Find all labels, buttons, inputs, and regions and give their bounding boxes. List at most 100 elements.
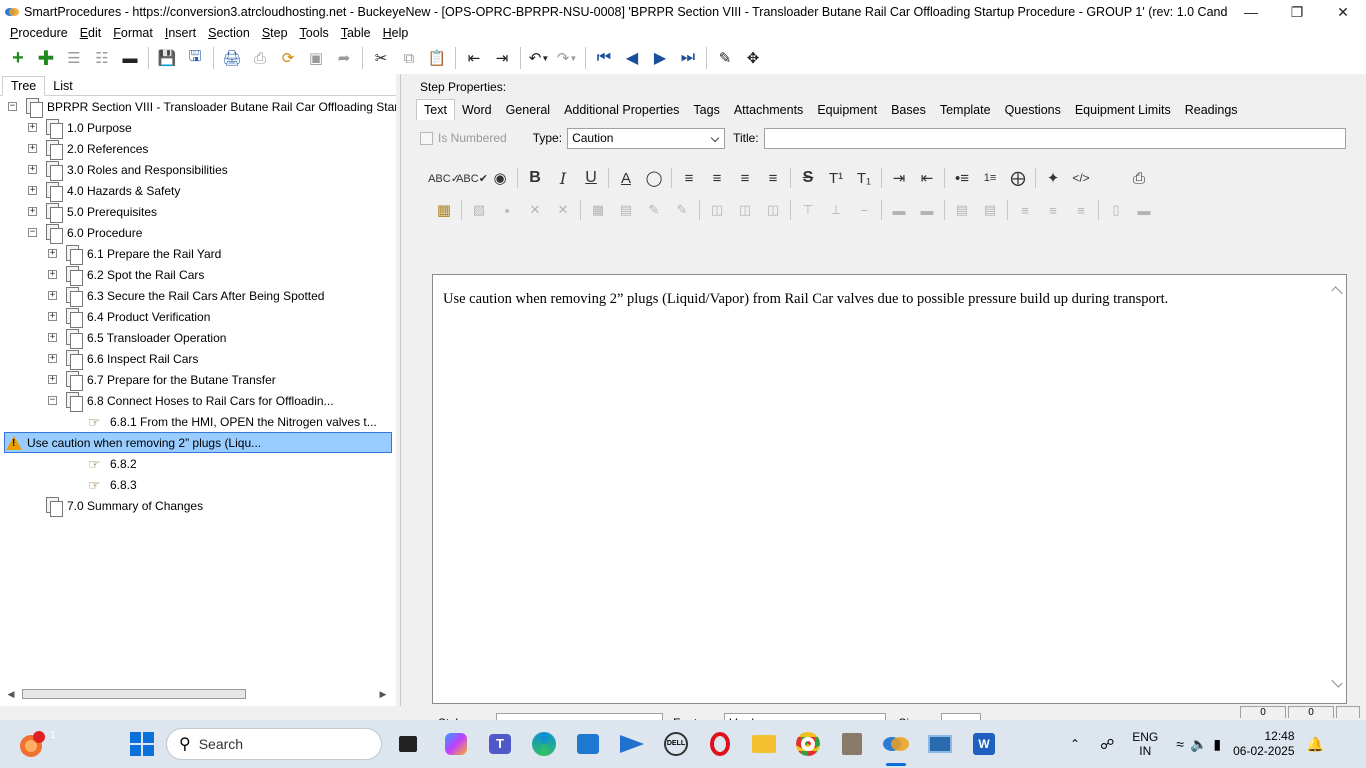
align-center-icon[interactable]: ≡ <box>703 165 731 191</box>
align-left-icon[interactable]: ≡ <box>675 165 703 191</box>
spell-check-icon[interactable]: ABC✓ <box>428 165 460 191</box>
clock[interactable]: 12:48 06-02-2025 <box>1233 729 1294 759</box>
restore-button[interactable]: ❐ <box>1274 0 1320 24</box>
spell-check-icon[interactable]: ✎ <box>711 44 739 72</box>
tree-node[interactable]: +6.2 Spot the Rail Cars <box>48 264 204 286</box>
add-icon[interactable]: + <box>4 44 32 72</box>
terminal-icon[interactable] <box>616 728 648 760</box>
cell-properties-icon[interactable]: ▤ <box>612 197 640 223</box>
table-delete-col-icon[interactable]: ✕ <box>521 197 549 223</box>
tree-node[interactable]: ☞ 6.8.1 From the HMI, OPEN the Nitrogen v… <box>88 411 377 432</box>
highlight-icon[interactable]: ◯ <box>640 165 668 191</box>
app-icon[interactable] <box>836 728 868 760</box>
expand-icon[interactable]: + <box>48 312 57 321</box>
preview-icon[interactable]: ▣ <box>302 44 330 72</box>
scroll-thumb[interactable] <box>22 689 246 699</box>
justify-icon[interactable]: ≡ <box>759 165 787 191</box>
word-icon[interactable]: W <box>968 728 1000 760</box>
save-all-icon[interactable]: 💾 <box>153 44 181 72</box>
smartprocedures-icon[interactable] <box>880 728 912 766</box>
wifi-icon[interactable]: ≈ <box>1176 736 1184 752</box>
refresh-icon[interactable]: ⟳ <box>274 44 302 72</box>
insert-col-left-icon[interactable]: ◫ <box>703 197 731 223</box>
bullet-list-icon[interactable]: •≡ <box>948 165 976 191</box>
menu-item[interactable]: Tools <box>294 26 335 40</box>
tree-horizontal-scrollbar[interactable]: ◀ ▶ <box>4 686 390 702</box>
menu-item[interactable]: Step <box>256 26 294 40</box>
tab-text[interactable]: Text <box>416 99 455 120</box>
merge-right-icon[interactable]: ▤ <box>948 197 976 223</box>
tab-equipment-limits[interactable]: Equipment Limits <box>1068 100 1178 120</box>
tree-node[interactable]: +6.6 Inspect Rail Cars <box>48 348 198 370</box>
tab-template[interactable]: Template <box>933 100 998 120</box>
title-input[interactable] <box>763 127 1346 149</box>
save-icon[interactable]: 🖫 <box>181 44 209 72</box>
add-child-icon[interactable]: ✚ <box>32 44 60 72</box>
next-step-icon[interactable]: ▶ <box>646 44 674 72</box>
start-icon[interactable] <box>126 728 158 760</box>
tree-node[interactable]: +1.0 Purpose <box>28 117 132 139</box>
expand-list-icon[interactable]: ☷ <box>88 44 116 72</box>
menu-item[interactable]: Edit <box>74 26 108 40</box>
align-right-icon[interactable]: ≡ <box>731 165 759 191</box>
expand-icon[interactable]: + <box>28 144 37 153</box>
tab-word[interactable]: Word <box>455 100 499 120</box>
collapse-icon[interactable]: − <box>48 396 57 405</box>
edge-icon[interactable] <box>528 728 560 760</box>
column-width-icon[interactable]: ▯ <box>1102 197 1130 223</box>
publish-icon[interactable]: 🖨 <box>218 44 246 72</box>
tree-node[interactable]: +4.0 Hazards & Safety <box>28 180 180 202</box>
cell-format-icon[interactable]: ✎ <box>668 197 696 223</box>
battery-icon[interactable]: ▮ <box>1213 736 1221 753</box>
teams-icon[interactable]: T <box>484 728 516 760</box>
redo-icon[interactable]: ↷ ▼ <box>553 44 581 72</box>
menu-item[interactable]: Help <box>377 26 415 40</box>
language-indicator[interactable]: ENG IN <box>1132 730 1158 758</box>
cut-icon[interactable]: ✂ <box>367 44 395 72</box>
tab-additional-properties[interactable]: Additional Properties <box>557 100 686 120</box>
remote-desktop-icon[interactable] <box>924 728 956 760</box>
scroll-down-icon[interactable] <box>1331 676 1343 688</box>
collapse-icon[interactable]: − <box>8 102 17 111</box>
notifications-icon[interactable]: 🔔 <box>1307 736 1324 753</box>
expand-icon[interactable]: + <box>48 249 57 258</box>
collapse-icon[interactable]: − <box>28 228 37 237</box>
expand-icon[interactable]: + <box>28 207 37 216</box>
type-select[interactable]: Caution <box>567 127 726 149</box>
cell-align-right-icon[interactable]: ≡ <box>1067 197 1095 223</box>
indent-icon[interactable]: ⇥ <box>488 44 516 72</box>
tree-node[interactable]: +6.5 Transloader Operation <box>48 327 226 349</box>
insert-row-above-icon[interactable]: ⊤ <box>794 197 822 223</box>
scroll-right-icon[interactable]: ▶ <box>376 689 390 700</box>
row-height-icon[interactable]: ▬ <box>1130 197 1158 223</box>
outdent-icon[interactable]: ⇤ <box>460 44 488 72</box>
tab-questions[interactable]: Questions <box>998 100 1068 120</box>
step-text-editor[interactable]: Use caution when removing 2” plugs (Liqu… <box>432 274 1347 704</box>
tree-node[interactable]: +6.4 Product Verification <box>48 306 210 328</box>
merge-cells-icon[interactable]: ▬ <box>885 197 913 223</box>
tree-node[interactable]: ! Use caution when removing 2” plugs (Liq… <box>4 432 392 453</box>
dell-icon[interactable]: DELL <box>660 728 692 760</box>
file-explorer-icon[interactable] <box>748 728 780 760</box>
table-delete-row-icon[interactable]: ▪ <box>493 197 521 223</box>
insert-col-right-icon[interactable]: ◫ <box>731 197 759 223</box>
menu-item[interactable]: Section <box>202 26 256 40</box>
volume-icon[interactable]: 🔈 <box>1190 736 1207 753</box>
expand-icon[interactable]: + <box>48 270 57 279</box>
merge-down-icon[interactable]: ▤ <box>976 197 1004 223</box>
expand-icon[interactable]: + <box>48 333 57 342</box>
table-delete-icon[interactable]: ▧ <box>465 197 493 223</box>
table-clear-icon[interactable]: ✕ <box>549 197 577 223</box>
tree-node[interactable]: − 6.8 Connect Hoses to Rail Cars for Offl… <box>48 390 334 412</box>
collapse-list-icon[interactable]: ☰ <box>60 44 88 72</box>
font-color-icon[interactable]: A <box>612 165 640 191</box>
indent-increase-icon[interactable]: ⇥ <box>885 165 913 191</box>
minimize-button[interactable]: — <box>1228 0 1274 24</box>
tree-node[interactable]: +2.0 References <box>28 138 148 160</box>
superscript-icon[interactable]: T¹ <box>822 165 850 191</box>
italic-icon[interactable]: I <box>549 165 577 191</box>
insert-row-below-icon[interactable]: ⊥ <box>822 197 850 223</box>
menu-item[interactable]: Insert <box>159 26 202 40</box>
underline-icon[interactable]: U <box>577 165 605 191</box>
print-icon[interactable]: ⎙ <box>1125 165 1153 191</box>
